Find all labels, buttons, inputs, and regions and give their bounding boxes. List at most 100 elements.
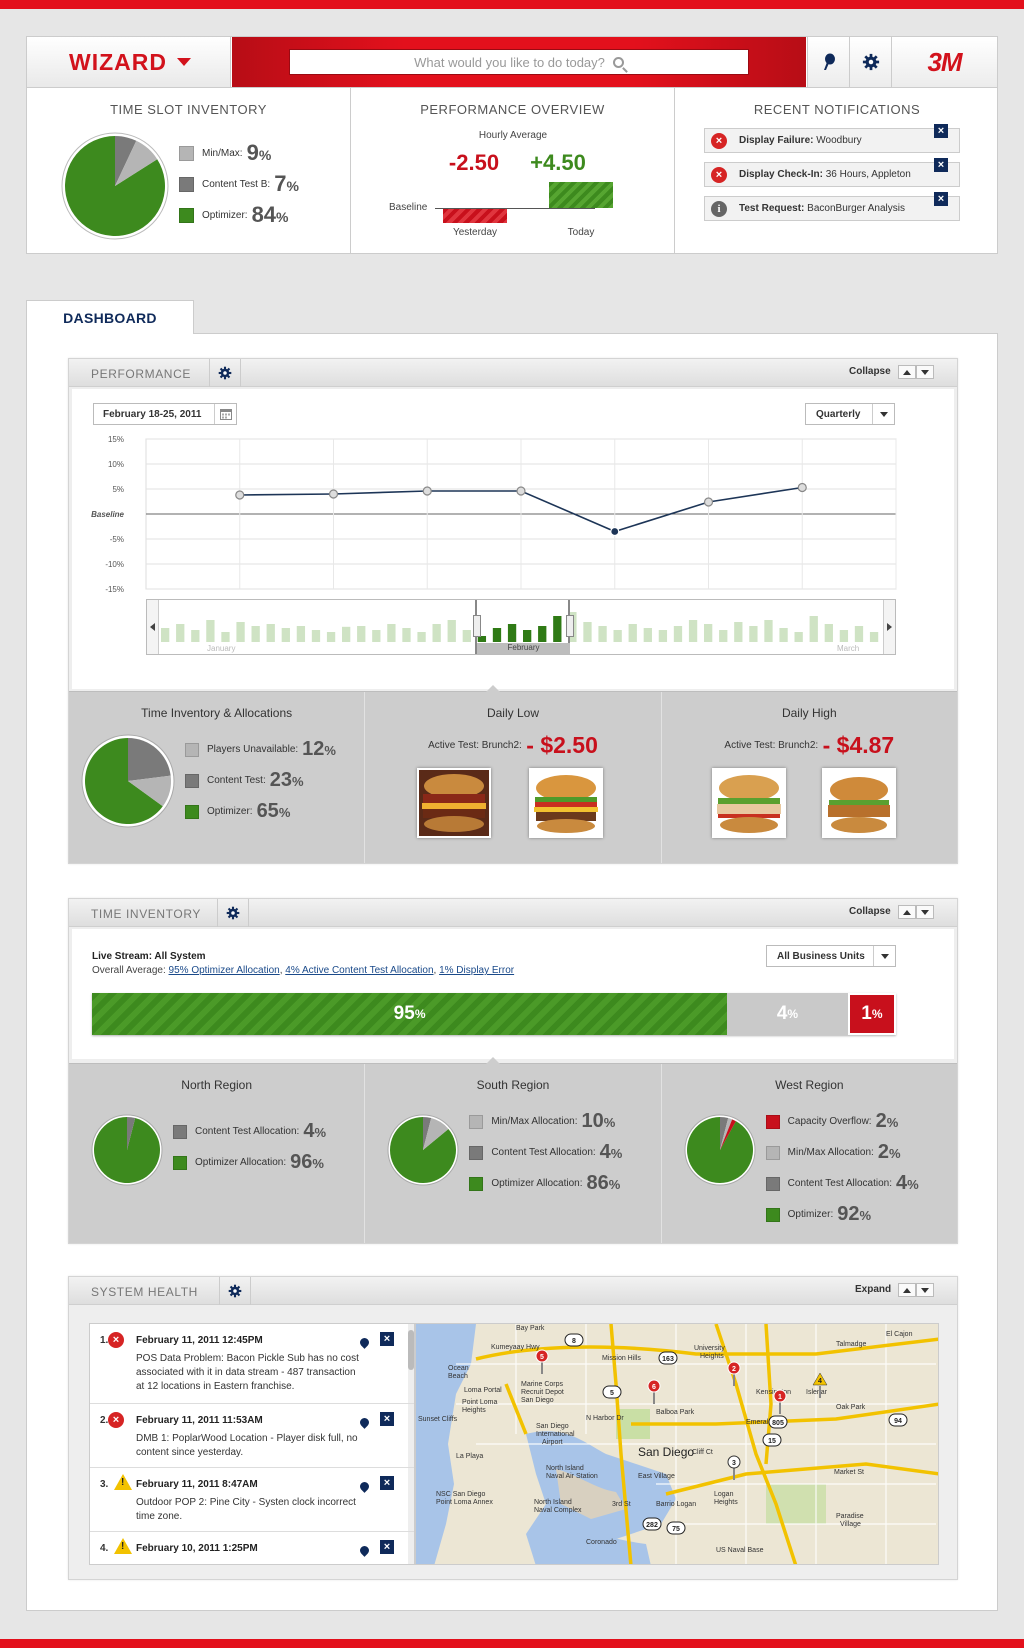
data-point[interactable]	[516, 486, 526, 496]
panel-settings-button[interactable]	[217, 899, 249, 927]
timeline-scroll-right[interactable]	[883, 600, 895, 654]
dismiss-button[interactable]: ×	[380, 1412, 394, 1426]
highway-number: 163	[662, 1356, 674, 1363]
move-down-button[interactable]	[916, 905, 934, 919]
stacked-bar-segment[interactable]: 95%	[92, 993, 728, 1035]
optimizer-allocation-link[interactable]: 95% Optimizer Allocation	[169, 965, 280, 976]
legend-label: Capacity Overflow:	[787, 1116, 872, 1127]
timeline-scroll-left[interactable]	[147, 600, 159, 654]
product-image-cheeseburger[interactable]	[529, 768, 604, 838]
product-image-bacon-burger[interactable]	[417, 768, 492, 838]
svg-text:Talmadge: Talmadge	[836, 1341, 866, 1348]
panel-settings-button[interactable]	[209, 359, 241, 387]
map-pin-icon	[358, 1544, 371, 1557]
bottom-accent-bar	[0, 1639, 1024, 1648]
settings-button[interactable]	[849, 37, 891, 87]
locate-on-map-button[interactable]	[358, 1334, 371, 1352]
health-event[interactable]: 4.! February 10, 2011 1:25PM ×	[90, 1532, 414, 1564]
tab-dashboard[interactable]: DASHBOARD	[26, 300, 194, 334]
svg-text:Point Loma Annex: Point Loma Annex	[436, 1499, 493, 1506]
collapse-link[interactable]: Collapse	[849, 366, 891, 377]
move-up-button[interactable]	[898, 1283, 916, 1297]
calendar-button[interactable]	[214, 404, 236, 424]
timeline-bar	[161, 628, 170, 642]
data-point[interactable]	[703, 497, 714, 507]
legend-value: 4%	[303, 1120, 326, 1143]
content-test-link[interactable]: 4% Active Content Test Allocation	[285, 965, 433, 976]
stacked-bar-segment[interactable]: 4%	[727, 993, 848, 1035]
summary-strip: TIME SLOT INVENTORY Min/Max: 9% Content Te…	[26, 88, 998, 254]
legend-item: Content Test Allocation: 4%	[765, 1172, 919, 1195]
svg-text:El Cajon: El Cajon	[886, 1331, 913, 1338]
legend-value: 7%	[274, 171, 299, 197]
product-image-crispy-chicken[interactable]	[821, 768, 896, 838]
panel-settings-button[interactable]	[219, 1277, 251, 1305]
legend-number: 2	[875, 1110, 887, 1132]
move-up-button[interactable]	[898, 365, 916, 379]
svg-text:3rd St: 3rd St	[612, 1501, 631, 1508]
data-point[interactable]	[235, 490, 245, 500]
data-point[interactable]	[422, 486, 432, 496]
move-down-button[interactable]	[916, 1283, 934, 1297]
dismiss-button[interactable]: ×	[380, 1476, 394, 1490]
timeline-navigator[interactable]: January February March	[146, 599, 896, 655]
health-event[interactable]: 1. × February 11, 2011 12:45PM POS Data Pro…	[90, 1324, 414, 1404]
svg-text:International: International	[536, 1431, 575, 1438]
dismiss-button[interactable]: ×	[380, 1540, 394, 1554]
allocation-stacked-bar: 95% 4% 1%	[92, 993, 896, 1035]
data-point[interactable]	[797, 482, 807, 493]
move-down-button[interactable]	[916, 365, 934, 379]
performance-overview: PERFORMANCE OVERVIEW Hourly Average -2.5…	[351, 88, 675, 253]
system-health-map[interactable]: Bay Park Kumeyaay Hwy Mission Hills Univ…	[415, 1323, 939, 1565]
timeline-bar	[462, 630, 471, 642]
locate-on-map-button[interactable]	[358, 1542, 371, 1560]
legend-swatch	[469, 1176, 484, 1191]
legend-swatch	[173, 1155, 187, 1170]
timeline-bar	[869, 632, 879, 642]
notification-item[interactable]: i Test Request: BaconBurger Analysis	[704, 196, 960, 221]
wizard-menu[interactable]: WIZARD	[27, 37, 231, 87]
product-image-chicken-sandwich[interactable]	[711, 768, 786, 838]
legend-unit: %	[276, 209, 289, 225]
dismiss-button[interactable]: ×	[380, 1332, 394, 1346]
map-pin-button[interactable]	[807, 37, 849, 87]
health-events-list[interactable]: 1. × February 11, 2011 12:45PM POS Data Pro…	[89, 1323, 415, 1565]
svg-text:North Island: North Island	[534, 1499, 572, 1506]
notification-item[interactable]: × Display Failure: Woodbury	[704, 128, 960, 153]
gear-icon	[228, 1284, 242, 1298]
region-pie	[91, 1114, 163, 1186]
legend-label: Content Test Allocation:	[195, 1126, 300, 1137]
region-pie	[684, 1114, 756, 1186]
error-icon: ×	[711, 132, 727, 149]
timeline-label-february[interactable]: February	[477, 643, 570, 654]
health-event[interactable]: 3.! February 11, 2011 8:47AM Outdoor POP 2…	[90, 1468, 414, 1532]
timeline-handle-left[interactable]	[473, 615, 481, 637]
active-test-label: Active Test: Brunch2:	[724, 740, 819, 751]
data-point[interactable]	[328, 489, 339, 499]
date-range-picker[interactable]: February 18-25, 2011	[93, 403, 237, 425]
search-icon[interactable]	[612, 56, 624, 68]
stacked-bar-segment[interactable]: 1%	[847, 993, 896, 1035]
move-up-button[interactable]	[898, 905, 916, 919]
segment-value: 1	[861, 1003, 872, 1024]
period-select[interactable]: Quarterly	[805, 403, 895, 425]
locate-on-map-button[interactable]	[358, 1414, 371, 1432]
dismiss-button[interactable]: ×	[934, 192, 948, 206]
timeline-bar	[628, 624, 637, 642]
display-error-link[interactable]: 1% Display Error	[439, 965, 514, 976]
highway-number: 5	[610, 1390, 614, 1397]
business-units-select[interactable]: All Business Units	[766, 945, 896, 967]
collapse-link[interactable]: Collapse	[849, 906, 891, 917]
expand-link[interactable]: Expand	[855, 1284, 891, 1295]
daily-low: Daily Low Active Test: Brunch2: - $2.50	[365, 692, 662, 863]
dismiss-button[interactable]: ×	[934, 158, 948, 172]
notification-item[interactable]: × Display Check-In: 36 Hours, Appleton	[704, 162, 960, 187]
marker-label: 6	[652, 1384, 656, 1391]
timeline-bar	[688, 620, 698, 642]
locate-on-map-button[interactable]	[358, 1478, 371, 1496]
timeline-handle-right[interactable]	[566, 615, 574, 637]
health-event[interactable]: 2. × February 11, 2011 11:53AM DMB 1: Popla…	[90, 1404, 414, 1468]
search-input[interactable]: What would you like to do today?	[289, 49, 749, 75]
data-point[interactable]	[610, 526, 620, 537]
dismiss-button[interactable]: ×	[934, 124, 948, 138]
